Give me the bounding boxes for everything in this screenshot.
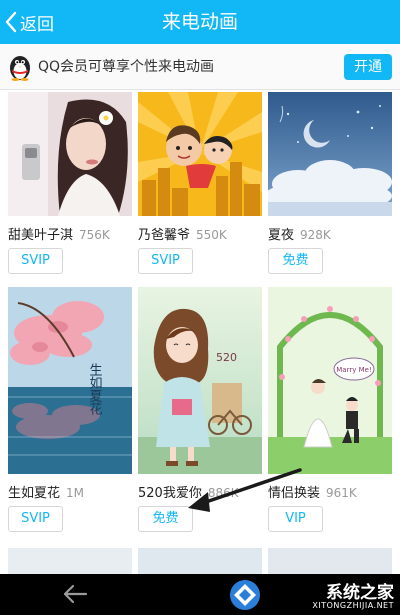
activate-vip-button[interactable]: 开通	[344, 54, 392, 80]
watermark-title: 系统之家	[326, 583, 394, 603]
vip-banner: QQ会员可尊享个性来电动画 开通	[0, 44, 400, 90]
annotation-arrow	[188, 468, 302, 512]
vip-banner-text: QQ会员可尊享个性来电动画	[38, 59, 215, 75]
arrow-left-icon[interactable]	[62, 582, 88, 606]
system-nav-bar: 系统之家 XITONGZHIJIA.NET	[0, 574, 400, 615]
watermark-logo-icon	[230, 580, 260, 610]
title-bar: 返回 来电动画	[0, 0, 400, 44]
qq-penguin-icon	[10, 56, 30, 81]
page-title: 来电动画	[161, 11, 238, 33]
animation-grid: 甜美叶子淇 756K SVIP 乃爸馨爷 550K SVIP 夏夜 928K 免…	[0, 90, 400, 574]
watermark-site: XITONGZHIJIA.NET	[312, 601, 394, 610]
